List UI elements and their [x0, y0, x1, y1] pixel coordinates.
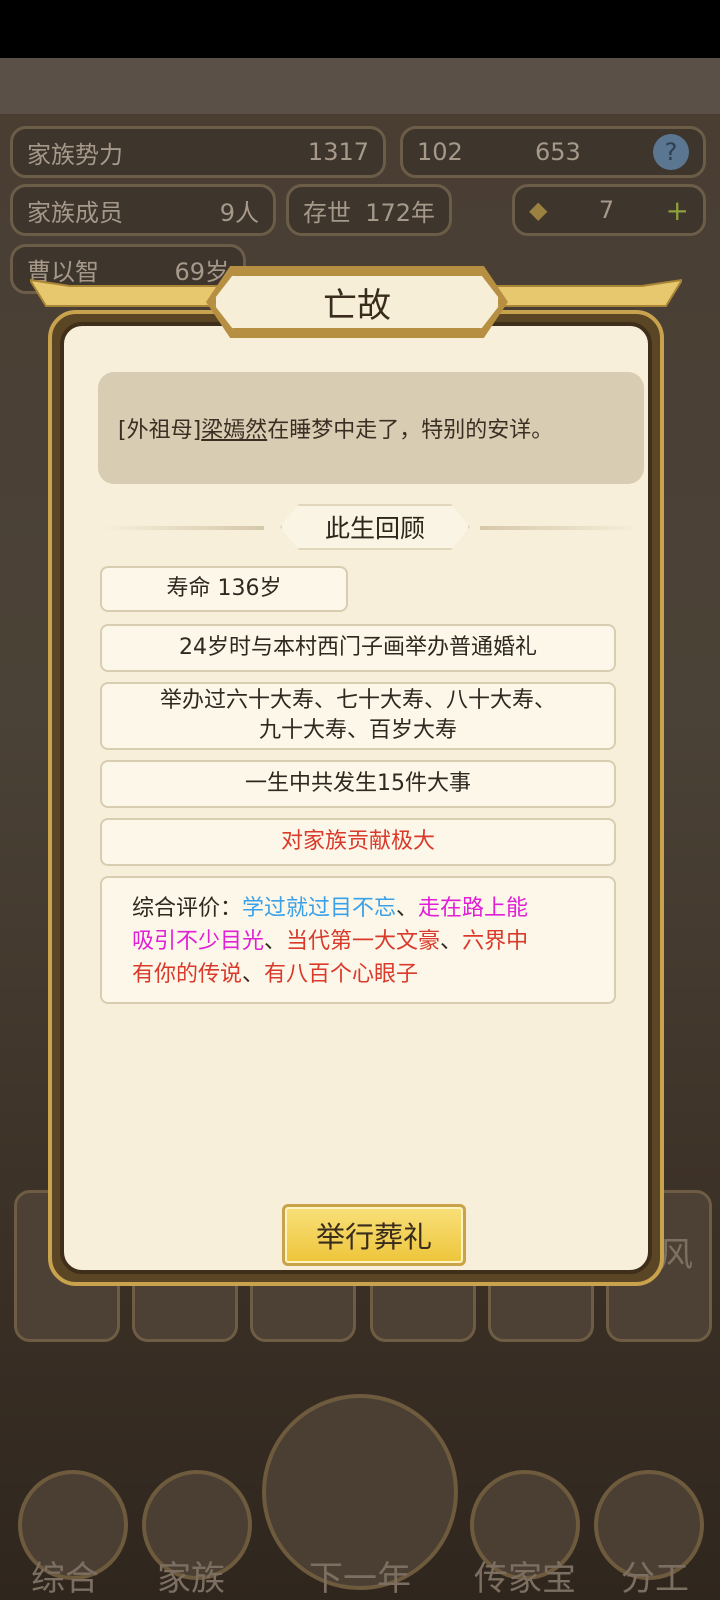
currency-b-value: 653 — [535, 138, 581, 166]
members-value: 9人 — [219, 198, 259, 227]
birthdays-line-2: 九十大寿、百岁大寿 — [258, 718, 457, 743]
trait-1: 学过就过目不忘 — [242, 896, 397, 921]
lifespan-card: 寿命 136岁 — [100, 566, 348, 612]
message-suffix: 在睡梦中走了，特别的安详。 — [267, 418, 554, 443]
family-power-pill: 家族势力 1317 — [10, 126, 386, 178]
currency-a-value: 102 — [417, 138, 463, 166]
help-icon[interactable]: ? — [653, 134, 689, 170]
life-review-header: 此生回顾 — [104, 502, 640, 554]
nav-assign[interactable]: 分工 — [590, 1551, 720, 1600]
life-review-title: 此生回顾 — [280, 504, 470, 550]
trait-sep-2: 、 — [264, 929, 287, 954]
trait-sep-4: 、 — [242, 962, 265, 987]
message-prefix: [外祖母] — [118, 418, 202, 443]
birthdays-card: 举办过六十大寿、七十大寿、八十大寿、 九十大寿、百岁大寿 — [100, 682, 616, 750]
divider-left — [104, 526, 264, 530]
nav-overview[interactable]: 综合 — [0, 1551, 130, 1600]
members-label: 家族成员 — [27, 198, 123, 227]
birthdays-line-1: 举办过六十大寿、七十大寿、八十大寿、 — [159, 688, 556, 713]
events-card: 一生中共发生15件大事 — [100, 760, 616, 808]
currency-pill: 102 653 ? — [400, 126, 706, 178]
death-message: [外祖母] 梁嫣然 在睡梦中走了，特别的安详。 — [98, 372, 644, 484]
family-power-label: 家族势力 — [27, 140, 123, 169]
dialog-title: 亡故 — [212, 272, 502, 332]
evaluation-card: 综合评价：学过就过目不忘、走在路上能 吸引不少目光、当代第一大文豪、六界中 有你的传… — [100, 876, 616, 1004]
gold-value: 7 — [598, 196, 615, 224]
death-dialog: [外祖母] 梁嫣然 在睡梦中走了，特别的安详。 此生回顾 寿命 136岁 24岁… — [30, 266, 682, 1286]
trait-sep-3: 、 — [440, 929, 463, 954]
trait-sep-1: 、 — [396, 896, 419, 921]
trait-2b: 吸引不少目光 — [132, 929, 265, 954]
trait-4a: 六界中 — [462, 929, 529, 954]
dialog-body: [外祖母] 梁嫣然 在睡梦中走了，特别的安详。 此生回顾 寿命 136岁 24岁… — [60, 322, 652, 1274]
trait-3: 当代第一大文豪 — [286, 929, 441, 954]
family-power-value: 1317 — [307, 138, 369, 166]
hold-funeral-button[interactable]: 举行葬礼 — [282, 1204, 466, 1266]
nav-next-year[interactable]: 下一年 — [290, 1551, 430, 1600]
deceased-name-link[interactable]: 梁嫣然 — [201, 412, 267, 444]
alive-label: 存世 — [303, 198, 351, 227]
trait-2a: 走在路上能 — [418, 896, 529, 921]
bottom-nav: 综合 家族 下一年 传家宝 分工 — [0, 1394, 720, 1600]
app-header-bar — [0, 58, 720, 114]
evaluation-text: 综合评价：学过就过目不忘、走在路上能 吸引不少目光、当代第一大文豪、六界中 有你的传… — [132, 892, 584, 991]
gold-pill: ◆ 7 + — [512, 184, 706, 236]
marriage-card: 24岁时与本村西门子画举办普通婚礼 — [100, 624, 616, 672]
contribution-card: 对家族贡献极大 — [100, 818, 616, 866]
trait-4b: 有你的传说 — [132, 962, 243, 987]
trait-5: 有八百个心眼子 — [264, 962, 419, 987]
add-icon[interactable]: + — [666, 194, 689, 227]
nav-family[interactable]: 家族 — [126, 1551, 256, 1600]
alive-value: 172年 — [365, 198, 435, 227]
gold-ingot-icon: ◆ — [529, 196, 548, 224]
status-bar — [0, 0, 720, 58]
divider-right — [480, 526, 640, 530]
alive-pill: 存世 172年 — [286, 184, 452, 236]
evaluation-label: 综合评价： — [132, 896, 243, 921]
nav-heirloom[interactable]: 传家宝 — [460, 1551, 590, 1600]
members-pill: 家族成员 9人 — [10, 184, 276, 236]
